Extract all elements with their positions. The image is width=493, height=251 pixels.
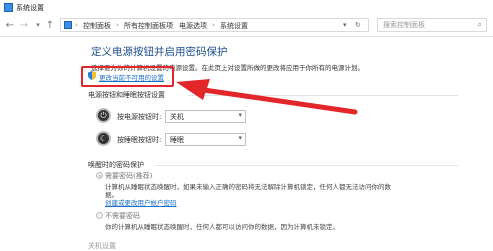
breadcrumb-system-settings[interactable]: 系统设置: [220, 21, 248, 31]
chevron-down-icon: ▾: [238, 134, 242, 142]
no-password-desc: 你的计算机从睡眠状态唤醒时，任何人都可以访问你的数据，因为计算机未锁定。: [105, 223, 339, 231]
breadcrumb-separator: ›: [75, 21, 78, 29]
search-box[interactable]: 搜索控制面板 ⌕: [377, 18, 487, 32]
sleep-button-select[interactable]: 睡眠 ▾: [165, 133, 246, 146]
title-bar: 系统设置: [0, 0, 493, 16]
address-dropdown[interactable]: ▾: [343, 21, 347, 29]
breadcrumb-separator: ›: [116, 21, 119, 29]
breadcrumb-separator: ›: [212, 21, 215, 29]
section-divider: [188, 95, 458, 96]
window-title: 系统设置: [16, 4, 44, 12]
breadcrumb-all-items[interactable]: 所有控制面板项: [124, 21, 173, 31]
breadcrumb-control-panel[interactable]: 控制面板: [83, 21, 111, 31]
search-placeholder: 搜索控制面板: [383, 21, 425, 29]
wake-password-section-title: 唤醒时的密码保护: [88, 161, 144, 169]
require-password-desc: 计算机从睡眠状态唤醒时，如果未输入正确的密码将无法解除计算机锁定，任何人都无法访…: [105, 183, 391, 191]
chevron-down-icon: ▾: [238, 111, 242, 119]
recent-pages-dropdown[interactable]: ▾: [32, 19, 44, 32]
address-bar: ← → ▾ ↑ › 控制面板 › 所有控制面板项 › 电源选项 › 系统设置 ▾…: [0, 16, 493, 37]
address-box[interactable]: › 控制面板 › 所有控制面板项 › 电源选项 › 系统设置 ▾ ↻: [60, 18, 369, 32]
power-button-icon: ⏻: [96, 108, 111, 123]
power-section-title: 电源按钮和睡眠按钮设置: [88, 91, 165, 99]
back-button[interactable]: ←: [4, 19, 16, 32]
shutdown-settings-title: 关机设置: [88, 242, 116, 250]
highlight-box: [81, 66, 174, 87]
forward-button[interactable]: →: [18, 19, 30, 32]
power-symbol: ⏻: [100, 111, 107, 120]
section-divider: [155, 165, 458, 166]
breadcrumb-separator: ›: [171, 21, 174, 29]
require-password-label: 需要密码(推荐): [105, 172, 153, 180]
no-password-radio[interactable]: [96, 212, 103, 219]
sleep-button-value: 睡眠: [170, 136, 184, 144]
search-icon: ⌕: [477, 20, 482, 29]
power-button-value: 关机: [170, 113, 184, 121]
refresh-button[interactable]: ↻: [355, 21, 361, 29]
sleep-button-icon: ☾: [96, 131, 111, 146]
create-password-link[interactable]: 创建或更改用户帐户密码: [105, 197, 177, 207]
require-password-radio[interactable]: [96, 172, 103, 179]
sleep-symbol: ☾: [99, 134, 108, 143]
sleep-button-label: 按睡眠按钮时:: [117, 136, 162, 144]
power-button-label: 按电源按钮时:: [117, 113, 162, 121]
radio-selected-dot: [98, 174, 101, 177]
breadcrumb-power-options[interactable]: 电源选项: [179, 21, 207, 31]
control-panel-icon: [64, 21, 72, 29]
control-panel-icon: [4, 3, 13, 12]
page-title: 定义电源按钮并启用密码保护: [91, 46, 228, 58]
power-button-select[interactable]: 关机 ▾: [165, 110, 246, 123]
no-password-label: 不需要密码: [105, 212, 140, 220]
up-button[interactable]: ↑: [44, 19, 56, 32]
